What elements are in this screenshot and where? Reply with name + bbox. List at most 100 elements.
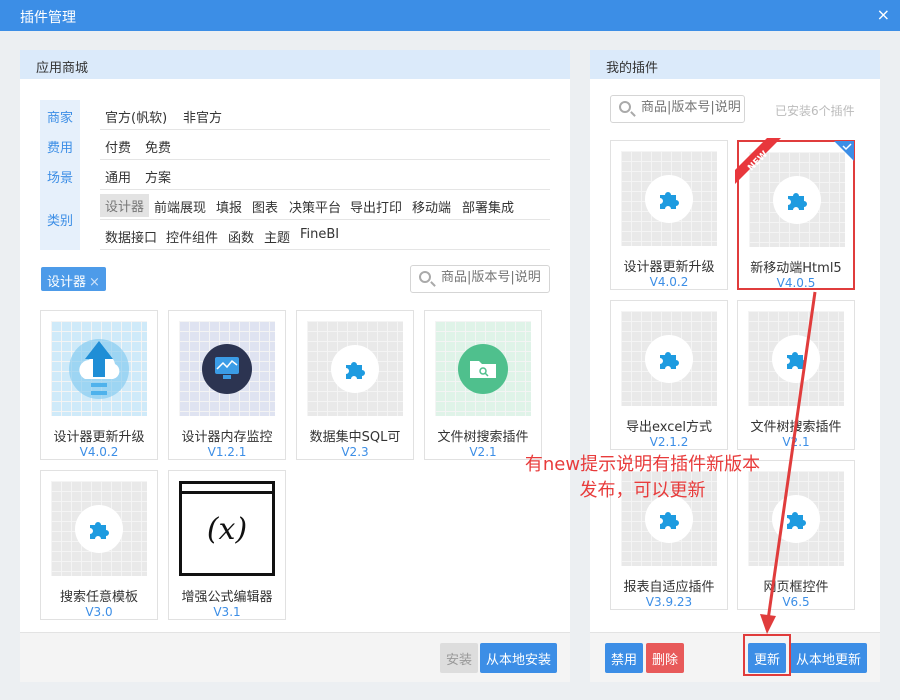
store-card[interactable]: 设计器更新升级 V4.0.2 <box>40 310 158 460</box>
filter-option-finebi[interactable]: FineBI <box>300 227 339 242</box>
card-version: V2.3 <box>341 445 369 459</box>
filter-option-chart[interactable]: 图表 <box>252 197 278 216</box>
cloud-upload-icon <box>51 321 147 416</box>
card-name: 报表自适应插件 <box>623 580 715 595</box>
filter-option-solution[interactable]: 方案 <box>145 167 171 186</box>
filter-option-function[interactable]: 函数 <box>228 227 254 246</box>
card-version: V4.0.2 <box>79 445 119 459</box>
my-plugins-footer: 禁用 删除 更新 从本地更新 <box>590 632 880 682</box>
filter-option-free[interactable]: 免费 <box>145 137 171 156</box>
installed-count: 已安装6个插件 <box>775 104 855 118</box>
formula-icon-label: (x) <box>206 512 248 547</box>
puzzle-icon <box>645 335 693 383</box>
search-icon <box>419 271 431 283</box>
card-version: V2.1.2 <box>649 435 689 449</box>
store-search-input[interactable] <box>441 270 541 285</box>
store-card[interactable]: 文件树搜索插件 V2.1 <box>424 310 542 460</box>
card-name: 数据集中SQL可 <box>309 430 401 445</box>
filter-option-fill[interactable]: 填报 <box>216 197 242 216</box>
my-search-input[interactable] <box>641 100 741 115</box>
store-footer: 安装 从本地安装 <box>20 632 570 682</box>
window-title: 插件管理 <box>20 10 76 26</box>
active-filter-tag: 设计器 × <box>41 267 106 291</box>
card-version: V2.1 <box>782 435 810 449</box>
annotation-line-2: 发布，可以更新 <box>579 480 706 501</box>
delete-button[interactable]: 删除 <box>646 643 685 673</box>
card-name: 设计器内存监控 <box>181 430 273 445</box>
card-name: 导出excel方式 <box>626 420 712 435</box>
filter-option-unofficial[interactable]: 非官方 <box>183 107 222 126</box>
filter-option-frontend[interactable]: 前端展现 <box>154 197 206 216</box>
store-card[interactable]: 数据集中SQL可 V2.3 <box>296 310 414 460</box>
install-button[interactable]: 安装 <box>440 643 479 673</box>
card-name: 文件树搜索插件 <box>437 430 529 445</box>
filter-row-category: 类别 设计器 前端展现 填报 图表 决策平台 导出打印 移动端 部署集成 数据接… <box>40 190 550 250</box>
my-plugin-card[interactable]: 设计器更新升级 V4.0.2 <box>610 140 728 290</box>
store-header: 应用商城 <box>20 50 570 79</box>
filter-option-data-interface[interactable]: 数据接口 <box>105 227 157 246</box>
active-filter-label: 设计器 <box>47 275 87 290</box>
card-version: V3.0 <box>85 605 113 619</box>
new-badge-icon: NEW <box>735 138 781 184</box>
annotation-line-1: 有new提示说明有插件新版本 <box>524 454 761 475</box>
my-plugins-header: 我的插件 <box>590 50 880 79</box>
card-version: V6.5 <box>782 595 810 609</box>
filter-option-general[interactable]: 通用 <box>105 167 131 186</box>
filter-row-merchant: 商家 官方(帆软) 非官方 <box>40 100 550 130</box>
card-name: 设计器更新升级 <box>53 430 145 445</box>
card-name: 文件树搜索插件 <box>750 420 842 435</box>
card-name: 网页框控件 <box>763 580 829 595</box>
puzzle-icon <box>772 335 820 383</box>
update-highlight-box <box>743 634 791 676</box>
filter-option-widget[interactable]: 控件组件 <box>166 227 218 246</box>
filter-label-fee: 费用 <box>40 130 80 160</box>
annotation-callout: 有new提示说明有插件新版本 发布，可以更新 <box>500 452 785 504</box>
filter-option-platform[interactable]: 决策平台 <box>289 197 341 216</box>
card-name: 新移动端Html5 <box>750 261 842 276</box>
store-card[interactable]: 设计器内存监控 V1.2.1 <box>168 310 286 460</box>
card-version: V3.9.23 <box>645 595 693 609</box>
close-icon[interactable]: × <box>877 5 890 24</box>
window-titlebar: 插件管理 × <box>0 0 900 31</box>
puzzle-icon <box>645 175 693 223</box>
store-search-box[interactable] <box>410 265 550 293</box>
update-local-button[interactable]: 从本地更新 <box>790 643 868 673</box>
card-version: V4.0.5 <box>776 276 816 290</box>
install-local-button[interactable]: 从本地安装 <box>480 643 558 673</box>
puzzle-icon <box>75 505 123 553</box>
card-name: 设计器更新升级 <box>623 260 715 275</box>
folder-search-icon <box>435 321 531 416</box>
remove-tag-icon[interactable]: × <box>89 275 100 290</box>
store-card[interactable]: 搜索任意模板 V3.0 <box>40 470 158 620</box>
filter-option-export[interactable]: 导出打印 <box>350 197 402 216</box>
filter-label-scene: 场景 <box>40 160 80 190</box>
filter-label-category: 类别 <box>40 190 80 250</box>
my-plugin-card[interactable]: 导出excel方式 V2.1.2 <box>610 300 728 450</box>
filter-option-mobile[interactable]: 移动端 <box>412 197 451 216</box>
filter-option-paid[interactable]: 付费 <box>105 137 131 156</box>
app-store-panel: 应用商城 商家 官方(帆软) 非官方 费用 付费 免费 场景 通用 方案 类别 <box>20 50 570 682</box>
my-plugins-panel: 我的插件 已安装6个插件 设计器更新升级 V4.0.2 NEW 新移动端Html… <box>590 50 880 682</box>
gauge-icon <box>179 321 275 416</box>
formula-icon: (x) <box>179 481 275 576</box>
search-icon <box>619 101 631 113</box>
filter-row-fee: 费用 付费 免费 <box>40 130 550 160</box>
store-card[interactable]: (x) 增强公式编辑器 V3.1 <box>168 470 286 620</box>
my-plugin-card-selected[interactable]: NEW 新移动端Html5 V4.0.5 <box>735 138 855 290</box>
filter-label-merchant: 商家 <box>40 100 80 130</box>
filter-option-designer[interactable]: 设计器 <box>100 194 150 217</box>
card-version: V3.1 <box>213 605 241 619</box>
filter-option-theme[interactable]: 主题 <box>264 227 290 246</box>
filter-option-deploy[interactable]: 部署集成 <box>462 197 514 216</box>
my-search-box[interactable] <box>610 95 745 123</box>
check-corner-icon <box>834 141 854 161</box>
new-badge-label: NEW <box>746 149 770 173</box>
my-plugin-card[interactable]: 文件树搜索插件 V2.1 <box>737 300 855 450</box>
filter-option-official[interactable]: 官方(帆软) <box>105 107 167 126</box>
disable-button[interactable]: 禁用 <box>605 643 644 673</box>
filter-row-scene: 场景 通用 方案 <box>40 160 550 190</box>
card-name: 增强公式编辑器 <box>181 590 273 605</box>
card-version: V1.2.1 <box>207 445 247 459</box>
card-name: 搜索任意模板 <box>59 590 138 605</box>
card-version: V4.0.2 <box>649 275 689 289</box>
